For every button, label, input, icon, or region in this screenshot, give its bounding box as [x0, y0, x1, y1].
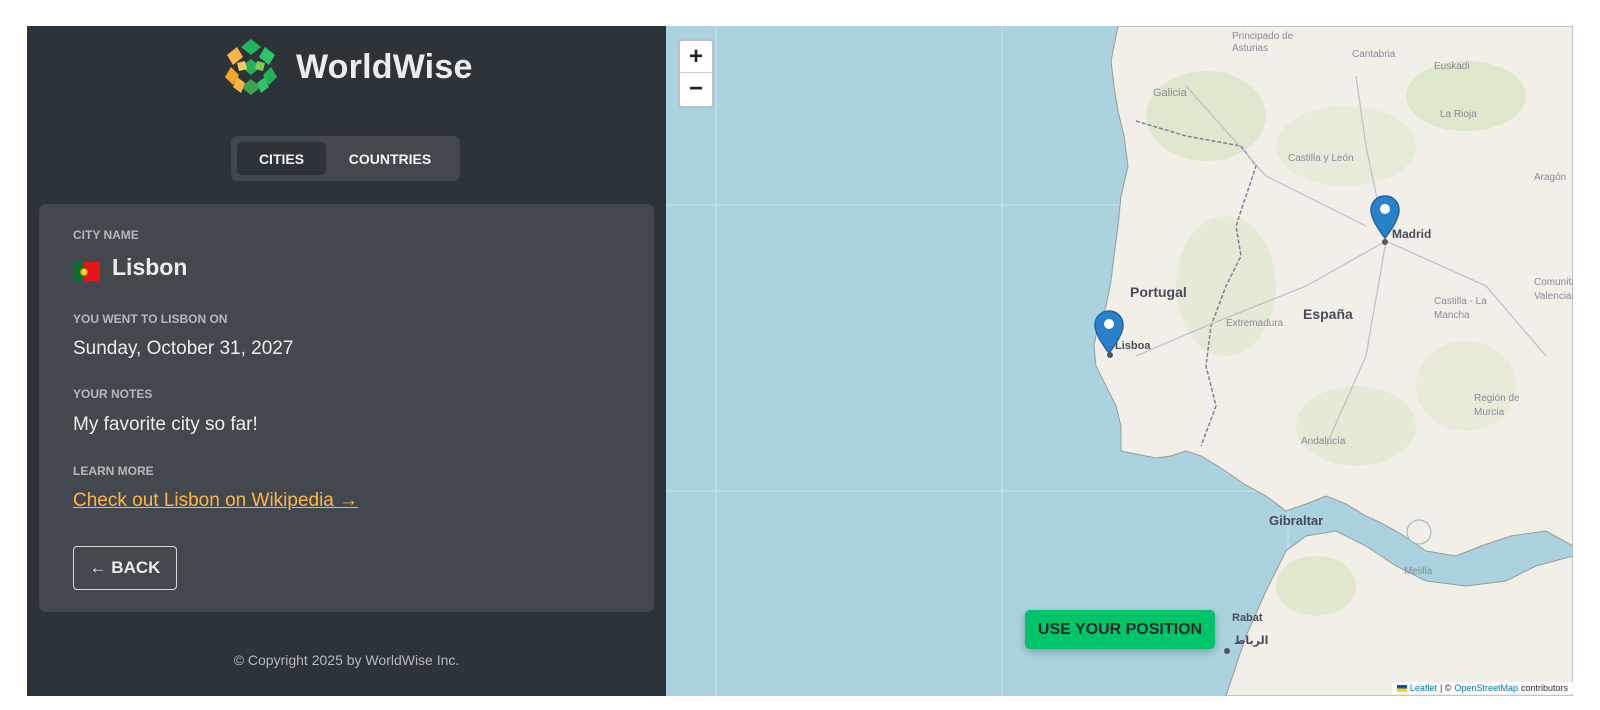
zoom-out-button[interactable]: − — [680, 73, 712, 105]
use-position-button[interactable]: Use your position — [1025, 610, 1215, 649]
map-label-gibraltar: Gibraltar — [1269, 513, 1324, 528]
map-label-cantabria: Cantabria — [1352, 49, 1396, 60]
map-attribution: Leaflet | © OpenStreetMap contributors — [1391, 682, 1573, 694]
map-label-espana: España — [1303, 306, 1353, 322]
map-label-portugal: Portugal — [1130, 284, 1187, 300]
globe-logo-icon — [222, 38, 280, 96]
tab-countries[interactable]: Countries — [326, 142, 454, 175]
notes-text: My favorite city so far! — [73, 414, 258, 435]
map-label-rabat: Rabat — [1232, 612, 1263, 624]
lisbon-marker-icon[interactable] — [1094, 310, 1124, 355]
map-label-asturias: Principado de Asturias — [1232, 31, 1294, 54]
map-label-euskadi: Euskadi — [1434, 61, 1470, 72]
leaflet-link[interactable]: Leaflet — [1410, 683, 1437, 693]
map-label-andalucia: Andalucía — [1301, 436, 1346, 447]
city-details-card: City name Lisbon You went to Lisbon on S… — [39, 204, 654, 612]
map[interactable]: Portugal España Madrid Lisboa Gibraltar … — [666, 26, 1573, 696]
app-layout: WorldWise Cities Countries City name Lis… — [27, 26, 1573, 696]
copyright-footer: © Copyright 2025 by WorldWise Inc. — [233, 652, 460, 668]
ukraine-flag-icon — [1396, 684, 1407, 692]
map-label-extremadura: Extremadura — [1226, 318, 1284, 329]
map-label-rioja: La Rioja — [1440, 109, 1477, 120]
city-heading: Lisbon — [73, 254, 187, 281]
notes-label: Your notes — [73, 387, 153, 401]
learn-more-label: Learn more — [73, 464, 154, 478]
tab-navigation: Cities Countries — [231, 136, 460, 181]
city-name-label: City name — [73, 228, 139, 242]
map-label-melilla: Melilla — [1404, 566, 1433, 577]
map-label-valencia: Comunitat Valenciana — [1534, 277, 1573, 302]
logo[interactable]: WorldWise — [221, 37, 473, 97]
map-label-castilla-mancha: Castilla - La Mancha — [1434, 296, 1487, 321]
city-name: Lisbon — [112, 254, 188, 280]
map-label-galicia: Galicia — [1153, 87, 1187, 99]
visit-date: Sunday, October 31, 2027 — [73, 338, 294, 359]
map-label-murcia: Región de Murcia — [1474, 393, 1520, 418]
back-button[interactable]: ← BACK — [73, 546, 177, 590]
attribution-suffix: contributors — [1520, 683, 1568, 693]
visit-date-label: You went to Lisbon on — [73, 312, 228, 326]
attribution-separator: | © — [1439, 683, 1452, 693]
map-tiles[interactable] — [666, 26, 1573, 696]
wikipedia-link[interactable]: Check out Lisbon on Wikipedia → — [73, 490, 358, 512]
map-label-rabat-arabic: الرباط — [1234, 635, 1269, 647]
tab-cities[interactable]: Cities — [237, 142, 326, 175]
zoom-control: + − — [678, 39, 714, 108]
map-label-aragon: Aragón — [1534, 172, 1567, 183]
brand-name: WorldWise — [296, 47, 473, 86]
openstreetmap-link[interactable]: OpenStreetMap — [1454, 683, 1518, 693]
portugal-flag-icon — [73, 262, 100, 281]
sidebar: WorldWise Cities Countries City name Lis… — [27, 26, 666, 696]
zoom-in-button[interactable]: + — [680, 41, 712, 73]
map-label-castilla-leon: Castilla y León — [1288, 153, 1354, 164]
madrid-marker-icon[interactable] — [1370, 195, 1400, 240]
